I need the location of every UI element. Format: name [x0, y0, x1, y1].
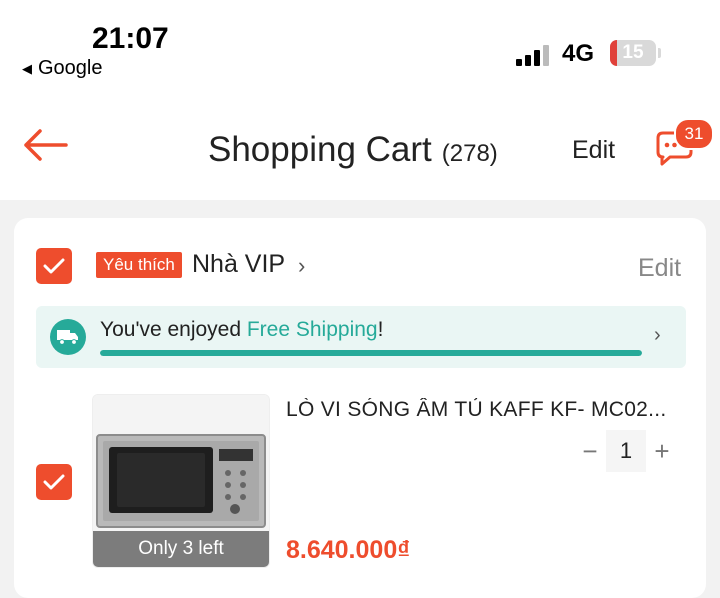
- stock-label: Only 3 left: [93, 531, 269, 567]
- check-icon: [43, 258, 65, 274]
- chevron-right-icon[interactable]: ›: [298, 253, 305, 279]
- back-app-label: Google: [38, 57, 103, 79]
- shipping-progress-bar: [100, 350, 642, 356]
- product-image[interactable]: Only 3 left: [92, 394, 270, 568]
- favorite-shop-badge: Yêu thích: [96, 252, 182, 278]
- shipping-message: You've enjoyed Free Shipping!: [100, 318, 383, 342]
- signal-icon: [516, 44, 552, 66]
- shipping-highlight: Free Shipping: [246, 318, 378, 341]
- battery-icon: 15: [610, 40, 656, 66]
- cart-header: Shopping Cart (278) Edit 31: [0, 92, 720, 200]
- increase-quantity-button[interactable]: +: [646, 430, 678, 472]
- product-checkbox[interactable]: [36, 464, 72, 500]
- shop-checkbox[interactable]: [36, 248, 72, 284]
- shop-card: Yêu thích Nhà VIP › Edit You've enjoyed …: [14, 218, 706, 598]
- quantity-value[interactable]: 1: [606, 430, 646, 472]
- cart-count: (278): [441, 140, 498, 167]
- back-to-app-link[interactable]: ◀ Google: [22, 57, 103, 80]
- check-icon: [43, 474, 65, 490]
- free-shipping-banner[interactable]: You've enjoyed Free Shipping! ›: [36, 306, 686, 368]
- chevron-right-icon[interactable]: ›: [654, 324, 661, 347]
- shipping-text-prefix: You've enjoyed: [100, 318, 247, 341]
- shipping-text-suffix: !: [377, 318, 384, 341]
- product-name[interactable]: LÒ VI SÓNG ÂM TỦ KAFF KF- MC02...: [286, 398, 686, 422]
- status-time: 21:07: [92, 22, 169, 55]
- decrease-quantity-button[interactable]: −: [574, 430, 606, 472]
- battery-tip: [658, 48, 661, 58]
- shop-name[interactable]: Nhà VIP: [192, 250, 285, 279]
- quantity-stepper: − 1 +: [574, 430, 678, 472]
- truck-icon: [50, 319, 86, 355]
- network-label: 4G: [562, 40, 595, 67]
- chat-badge: 31: [674, 118, 714, 150]
- back-arrow-icon[interactable]: [22, 128, 68, 162]
- header-edit-button[interactable]: Edit: [572, 136, 615, 165]
- status-bar: 21:07 ◀ Google 4G 15: [0, 0, 720, 92]
- product-price: 8.640.000₫: [286, 536, 411, 564]
- shipping-progress-fill: [100, 350, 642, 356]
- page-title: Shopping Cart: [208, 130, 432, 169]
- battery-level: 15: [622, 42, 644, 63]
- back-triangle-icon: ◀: [22, 60, 32, 76]
- page-title-group: Shopping Cart (278): [208, 130, 498, 170]
- shop-edit-button[interactable]: Edit: [638, 254, 681, 283]
